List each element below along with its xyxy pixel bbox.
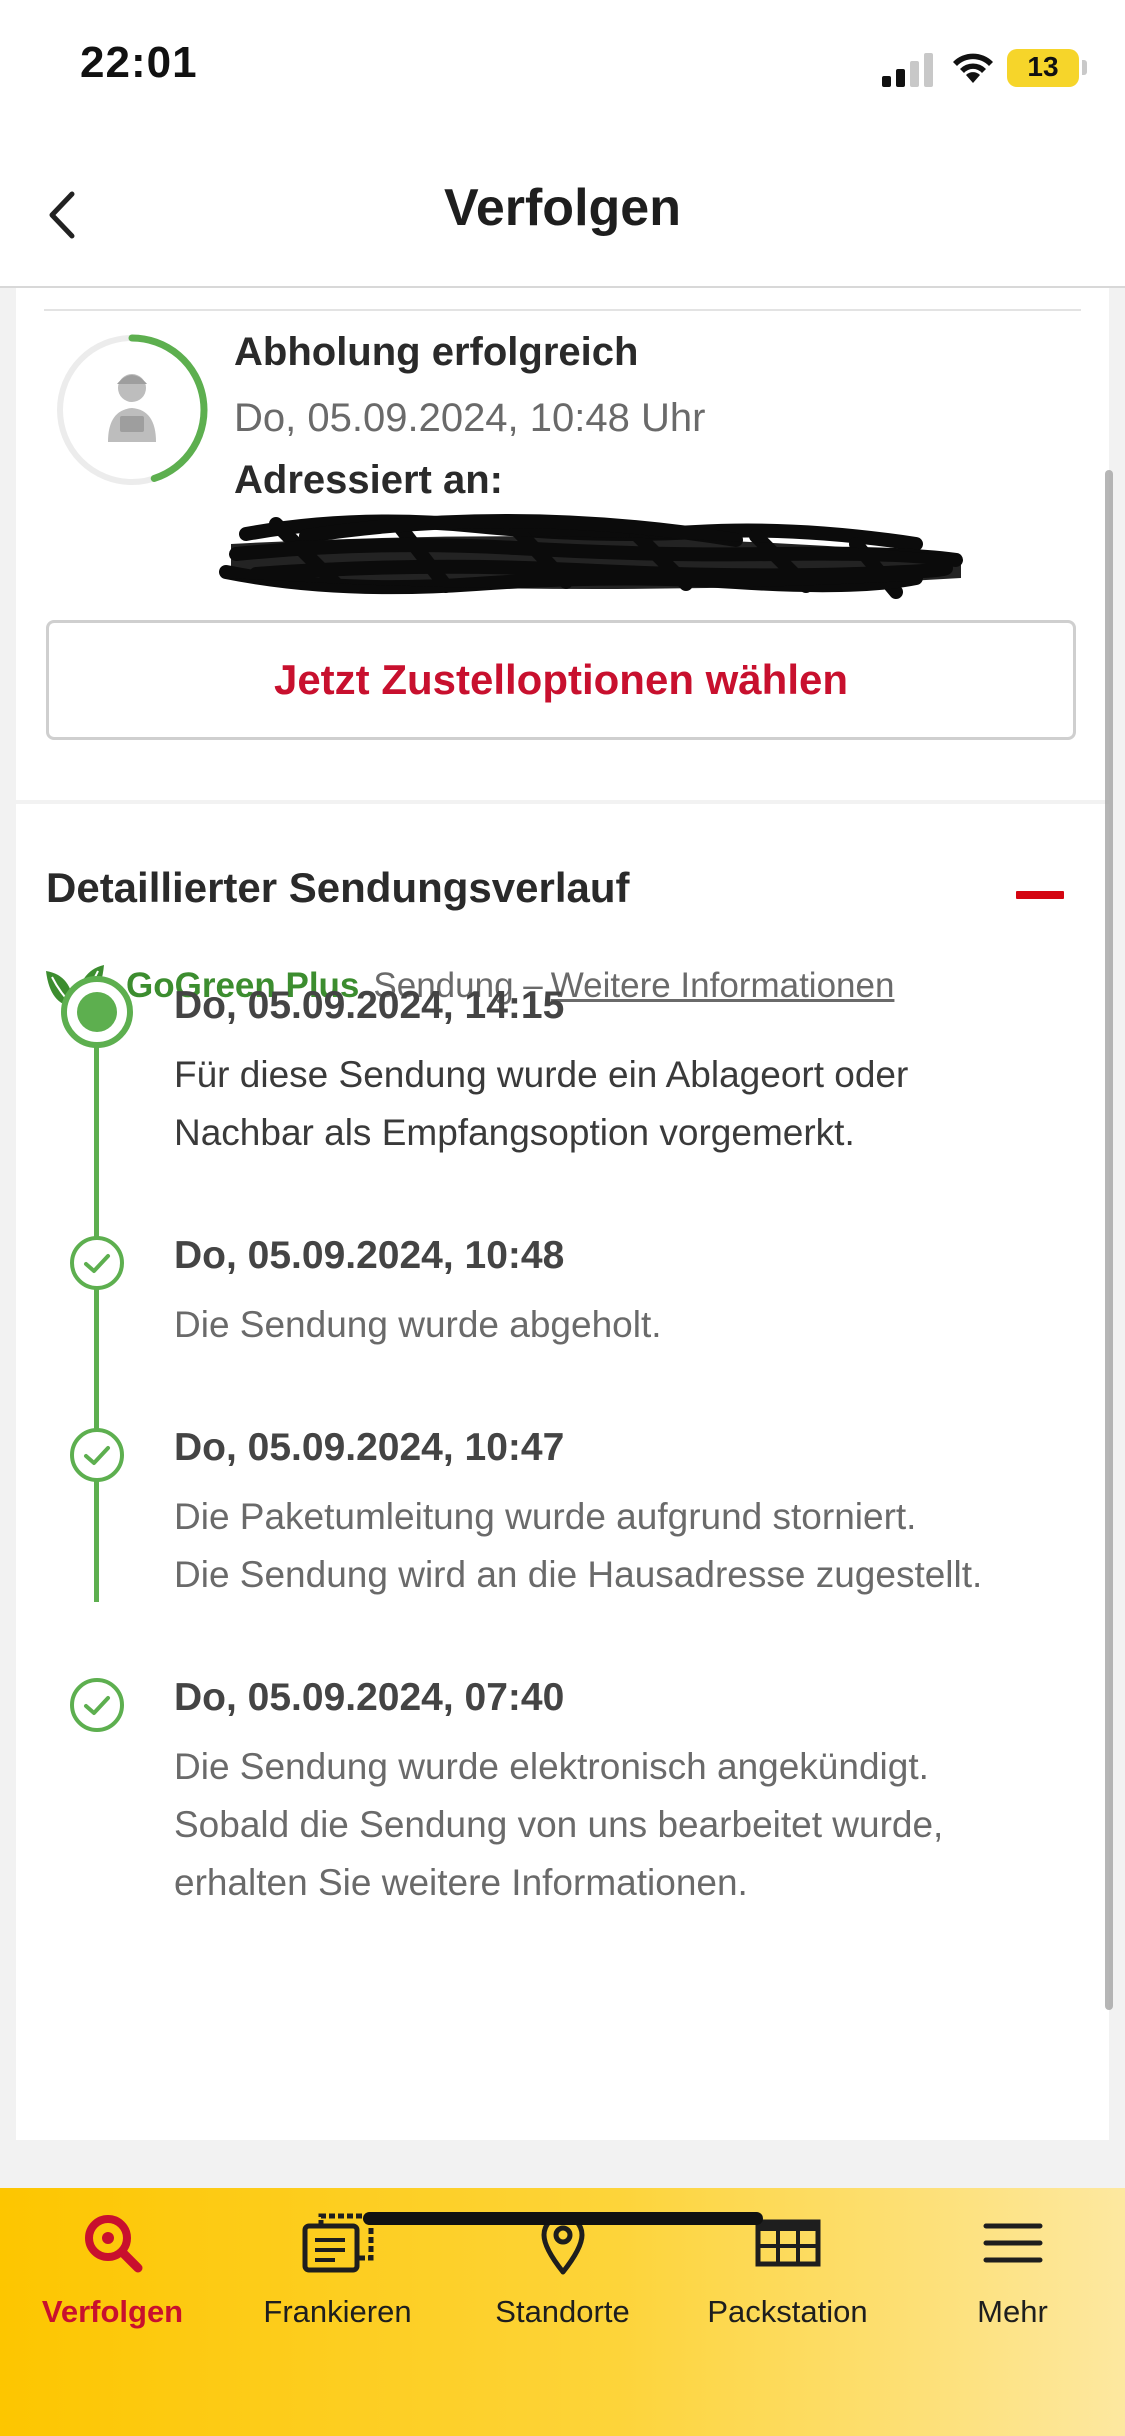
event-date: Do, 05.09.2024, 10:47 bbox=[174, 1426, 565, 1469]
tab-mehr[interactable]: Mehr bbox=[900, 2208, 1125, 2358]
search-icon bbox=[84, 2215, 142, 2273]
scroll-content[interactable]: Abholung erfolgreich Do, 05.09.2024, 10:… bbox=[0, 288, 1125, 2188]
minus-icon[interactable] bbox=[1012, 876, 1068, 916]
tab-packstation[interactable]: Packstation bbox=[675, 2208, 900, 2358]
tab-bar: Verfolgen Frankieren Standorte Packstati… bbox=[0, 2188, 1125, 2436]
tab-verfolgen[interactable]: Verfolgen bbox=[0, 2208, 225, 2358]
current-status-dot-icon bbox=[61, 976, 133, 1048]
check-circle-icon bbox=[70, 1678, 124, 1732]
navigation-header: Verfolgen bbox=[0, 140, 1125, 288]
history-title: Detaillierter Sendungsverlauf bbox=[46, 864, 630, 911]
tab-label: Standorte bbox=[495, 2294, 630, 2329]
history-event: Do, 05.09.2024, 10:48 Die Sendung wurde … bbox=[174, 1234, 1074, 1354]
battery-charging-icon: 13 bbox=[1007, 49, 1079, 87]
event-text-line: Nachbar als Empfangsoption vorgemerkt. bbox=[174, 1112, 855, 1153]
event-date: Do, 05.09.2024, 14:15 bbox=[174, 984, 565, 1027]
shipment-history-card: Detaillierter Sendungsverlauf GoGreen Pl… bbox=[16, 804, 1109, 2140]
event-text-line: Sobald die Sendung von uns bearbeitet wu… bbox=[174, 1804, 944, 1845]
battery-level: 13 bbox=[1027, 51, 1059, 82]
event-text: Die Sendung wurde elektronisch angekündi… bbox=[174, 1738, 1074, 1912]
check-circle-icon bbox=[70, 1236, 124, 1290]
timeline-line bbox=[94, 1032, 99, 1602]
event-text-line: Die Sendung wurde abgeholt. bbox=[174, 1304, 662, 1345]
divider bbox=[44, 309, 1081, 311]
status-time: 22:01 bbox=[80, 38, 198, 87]
packstation-icon bbox=[755, 2219, 820, 2267]
wifi-icon bbox=[953, 53, 993, 83]
battery-tip bbox=[1082, 60, 1087, 75]
status-title: Abholung erfolgreich bbox=[234, 330, 639, 374]
event-text: Die Sendung wurde abgeholt. bbox=[174, 1296, 1074, 1354]
tab-label: Frankieren bbox=[263, 2294, 412, 2329]
redaction-scribble bbox=[219, 513, 963, 599]
event-date: Do, 05.09.2024, 10:48 bbox=[174, 1234, 565, 1277]
event-text-line: Die Paketumleitung wurde aufgrund storni… bbox=[174, 1496, 917, 1537]
event-text-line: erhalten Sie weitere Informationen. bbox=[174, 1862, 748, 1903]
scrollbar[interactable] bbox=[1105, 470, 1113, 2010]
event-text-line: Die Sendung wird an die Hausadresse zuge… bbox=[174, 1554, 983, 1595]
courier-avatar-icon bbox=[108, 374, 156, 442]
check-circle-icon bbox=[70, 1428, 124, 1482]
delivery-options-label: Jetzt Zustelloptionen wählen bbox=[273, 656, 849, 703]
event-text-line: Für diese Sendung wurde ein Ablageort od… bbox=[174, 1054, 909, 1095]
page-title: Verfolgen bbox=[444, 179, 681, 237]
tab-label: Mehr bbox=[977, 2294, 1048, 2329]
status-date: Do, 05.09.2024, 10:48 Uhr bbox=[234, 396, 706, 440]
delivery-options-button[interactable]: Jetzt Zustelloptionen wählen bbox=[46, 620, 1076, 740]
event-text: Die Paketumleitung wurde aufgrund storni… bbox=[174, 1488, 1074, 1604]
shipment-status-card: Abholung erfolgreich Do, 05.09.2024, 10:… bbox=[16, 288, 1109, 800]
home-indicator[interactable] bbox=[363, 2212, 763, 2225]
tab-label: Packstation bbox=[707, 2294, 868, 2329]
status-progress-ring bbox=[57, 334, 208, 485]
tab-standorte[interactable]: Standorte bbox=[450, 2208, 675, 2358]
history-event: Do, 05.09.2024, 14:15 Für diese Sendung … bbox=[174, 984, 1074, 1162]
history-event: Do, 05.09.2024, 07:40 Die Sendung wurde … bbox=[174, 1676, 1074, 1912]
event-text-line: Die Sendung wurde elektronisch angekündi… bbox=[174, 1746, 929, 1787]
status-bar: 22:01 13 bbox=[0, 0, 1125, 140]
event-text: Für diese Sendung wurde ein Ablageort od… bbox=[174, 1046, 1074, 1162]
tab-label: Verfolgen bbox=[41, 2294, 184, 2329]
history-event: Do, 05.09.2024, 10:47 Die Paketumleitung… bbox=[174, 1426, 1074, 1604]
cellular-signal-icon bbox=[882, 53, 933, 87]
tab-frankieren[interactable]: Frankieren bbox=[225, 2208, 450, 2358]
event-date: Do, 05.09.2024, 07:40 bbox=[174, 1676, 565, 1719]
menu-icon bbox=[983, 2223, 1042, 2263]
